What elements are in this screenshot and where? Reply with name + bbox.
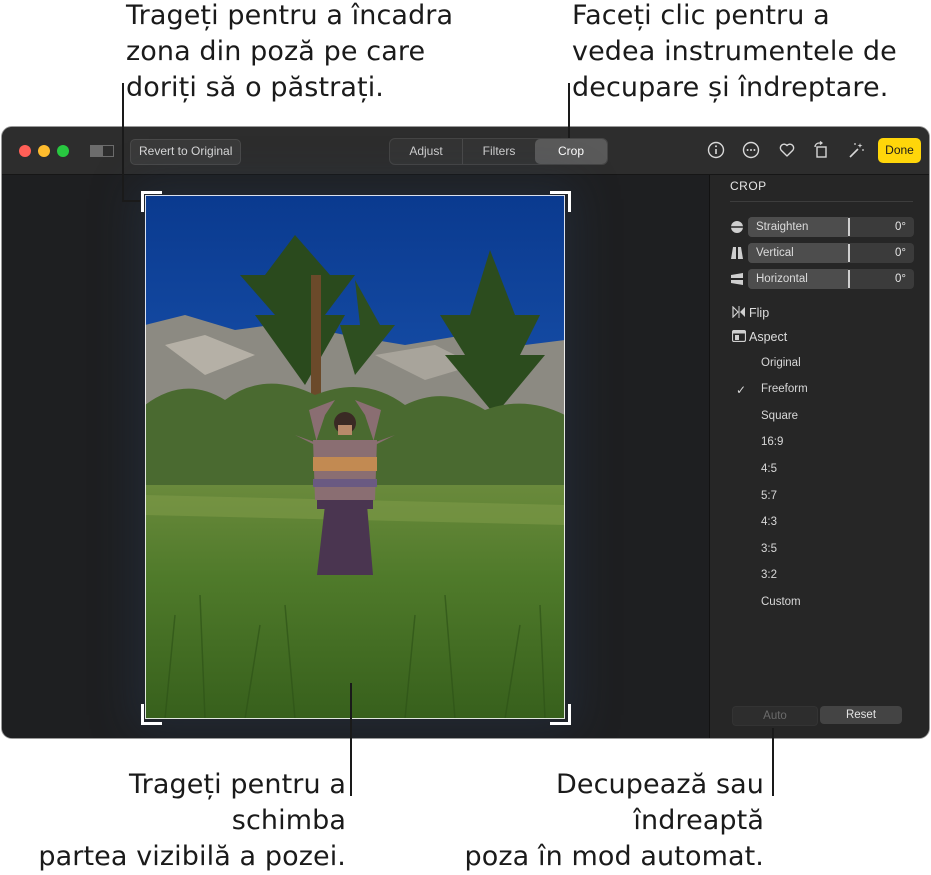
minimize-window-button[interactable]: [38, 145, 50, 157]
flip-icon: [732, 305, 746, 319]
aspect-option-custom[interactable]: Custom: [761, 596, 801, 608]
crop-handle-bottom-right[interactable]: [550, 704, 571, 725]
leader-line-frame-tick: [122, 200, 140, 202]
done-button[interactable]: Done: [878, 138, 921, 163]
aspect-header: Aspect: [731, 329, 788, 344]
compare-toggle-icon[interactable]: [90, 145, 116, 157]
leader-line-frame: [122, 83, 124, 201]
vertical-perspective-icon: [730, 246, 744, 260]
aspect-label: Aspect: [749, 330, 788, 344]
flip-button[interactable]: Flip: [732, 305, 770, 320]
aspect-option-4-5[interactable]: 4:5: [761, 463, 777, 475]
crop-handle-bottom-left[interactable]: [141, 704, 162, 725]
info-icon[interactable]: [706, 140, 726, 160]
tab-adjust[interactable]: Adjust: [390, 139, 462, 164]
close-window-button[interactable]: [19, 145, 31, 157]
horizontal-perspective-icon: [730, 272, 744, 286]
horizontal-label: Horizontal: [756, 273, 808, 285]
flip-label: Flip: [749, 306, 770, 320]
more-icon[interactable]: [741, 140, 761, 160]
crop-panel: CROP Straighten 0° Vertical 0° Horizonta…: [709, 175, 929, 738]
callout-crop-tools: Faceți clic pentru a vedea instrumentele…: [572, 0, 897, 103]
aspect-option-3-2[interactable]: 3:2: [761, 569, 777, 581]
magic-wand-icon[interactable]: [846, 140, 866, 160]
aspect-option-square[interactable]: Square: [761, 410, 798, 422]
toolbar: Revert to Original Adjust Filters Crop D…: [2, 127, 929, 175]
divider: [730, 201, 913, 202]
straighten-icon: [730, 220, 744, 234]
callout-drag-visible-part: Trageți pentru a schimba partea vizibilă…: [38, 769, 346, 872]
straighten-value: 0°: [895, 221, 906, 233]
horizontal-slider[interactable]: Horizontal 0°: [730, 269, 914, 289]
leader-line-auto: [772, 728, 774, 796]
straighten-slider[interactable]: Straighten 0°: [730, 217, 914, 237]
tab-crop[interactable]: Crop: [535, 139, 607, 164]
leader-line-drag: [350, 683, 352, 796]
aspect-option-3-5[interactable]: 3:5: [761, 543, 777, 555]
selected-checkmark: ✓: [736, 383, 747, 397]
vertical-value: 0°: [895, 247, 906, 259]
vertical-label: Vertical: [756, 247, 794, 259]
aspect-option-freeform[interactable]: Freeform: [761, 383, 808, 395]
leader-line-crop: [568, 83, 570, 138]
aspect-option-16-9[interactable]: 16:9: [761, 436, 783, 448]
straighten-label: Straighten: [756, 221, 809, 233]
callout-auto-crop: Decupează sau îndreaptă poza în mod auto…: [464, 769, 764, 872]
auto-button[interactable]: Auto: [732, 706, 818, 726]
tab-filters[interactable]: Filters: [462, 139, 535, 164]
crop-frame[interactable]: [145, 195, 565, 719]
vertical-slider[interactable]: Vertical 0°: [730, 243, 914, 263]
edit-mode-tabs: Adjust Filters Crop: [389, 138, 608, 165]
aspect-option-original[interactable]: Original: [761, 357, 801, 369]
zoom-window-button[interactable]: [57, 145, 69, 157]
aspect-option-4-3[interactable]: 4:3: [761, 516, 777, 528]
aspect-icon: [731, 329, 747, 343]
horizontal-value: 0°: [895, 273, 906, 285]
crop-handle-top-left[interactable]: [141, 191, 162, 212]
photos-edit-window: Revert to Original Adjust Filters Crop D…: [2, 127, 929, 738]
panel-title: CROP: [730, 179, 767, 193]
heart-icon[interactable]: [777, 140, 797, 160]
photo-canvas: [2, 175, 709, 738]
aspect-option-5-7[interactable]: 5:7: [761, 490, 777, 502]
reset-button[interactable]: Reset: [820, 706, 902, 724]
crop-handle-top-right[interactable]: [550, 191, 571, 212]
revert-to-original-button[interactable]: Revert to Original: [130, 139, 242, 165]
rotate-icon[interactable]: [811, 140, 831, 160]
callout-drag-to-frame: Trageți pentru a încadra zona din poză p…: [126, 0, 454, 103]
